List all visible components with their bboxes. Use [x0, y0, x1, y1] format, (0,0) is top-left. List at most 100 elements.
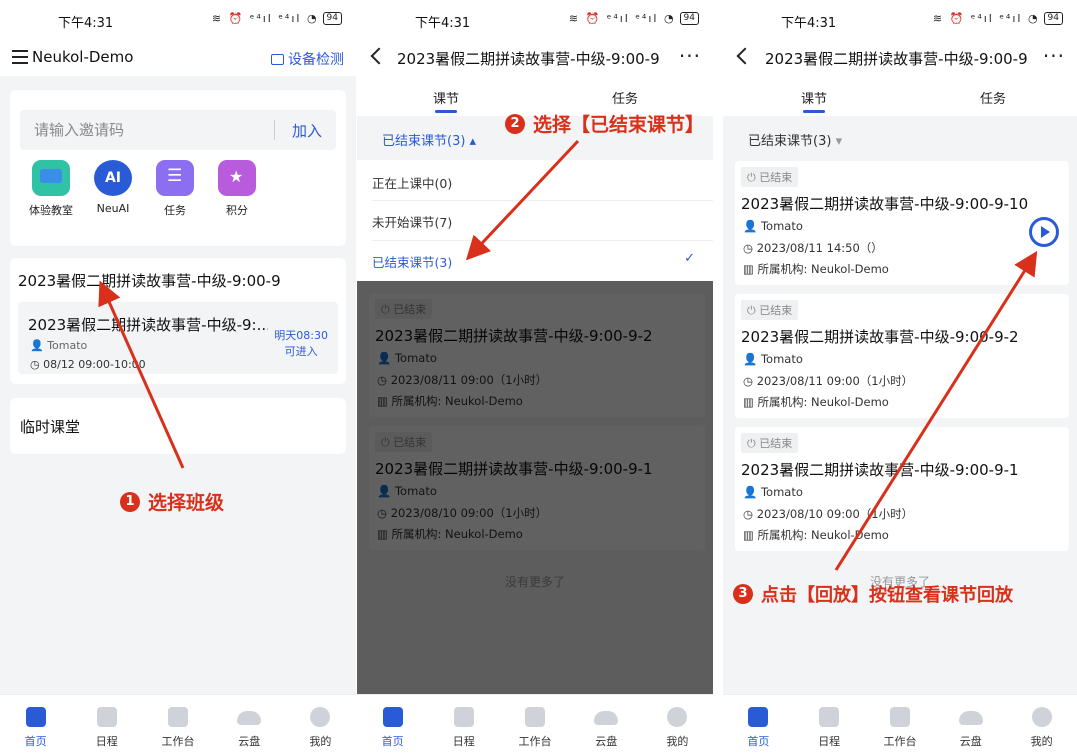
nav-cloud[interactable]: 云盘 — [935, 695, 1006, 756]
app-points[interactable]: 积分 — [206, 160, 268, 218]
profile-icon — [310, 707, 331, 727]
lesson-card[interactable]: ⏻ 已结束 2023暑假二期拼读故事营-中级-9:00-9-10 👤 Tomat… — [735, 161, 1069, 285]
class-title: 2023暑假二期拼读故事营-中级-9:00-9 — [765, 50, 1028, 68]
dropdown-divider — [372, 240, 713, 241]
back-icon[interactable] — [736, 47, 754, 65]
replay-button[interactable] — [1029, 217, 1059, 247]
nav-home[interactable]: 首页 — [0, 695, 71, 756]
profile-icon — [1031, 707, 1052, 727]
nav-workbench[interactable]: 工作台 — [142, 695, 213, 756]
battery-icon: 94 — [679, 12, 699, 25]
lesson-title: 2023暑假二期拼读故事营-中级-9:00-9-1 — [741, 461, 1019, 479]
app-trial-classroom[interactable]: 体验教室 — [20, 160, 82, 218]
filter-option-ongoing[interactable]: 正在上课中(0) — [372, 173, 452, 192]
lesson-enter-time: 明天08:30 可进入 — [274, 329, 328, 358]
lesson-time: ◷ 08/12 09:00-10:00 — [30, 358, 146, 371]
tab-bar: 课节 任务 — [723, 76, 1077, 116]
nav-schedule[interactable]: 日程 — [428, 695, 499, 756]
menu-icon[interactable] — [12, 50, 28, 64]
upcoming-lesson[interactable]: 2023暑假二期拼读故事营-中级-9:... 👤 Tomato ◷ 08/12 … — [18, 302, 338, 374]
class-screen-ended: 下午4:31 ≋ ⏰ ᵉ⁴ıl ᵉ⁴ıl ◔ 94 2023暑假二期拼读故事营-中… — [723, 0, 1077, 756]
nav-mine[interactable]: 我的 — [285, 695, 356, 756]
nav-workbench[interactable]: 工作台 — [865, 695, 936, 756]
device-check-button[interactable]: 设备检测 — [271, 49, 344, 69]
status-time: 下午4:31 — [58, 16, 114, 31]
home-icon — [25, 707, 46, 727]
home-screen: 下午4:31 ≋ ⏰ ᵉ⁴ıl ᵉ⁴ıl ◔ 94 Neukol-Demo 设备检… — [0, 0, 356, 756]
lesson-filter[interactable]: 已结束课节(3) ▴ — [382, 130, 476, 149]
join-button[interactable]: 加入 — [292, 120, 322, 141]
nav-home[interactable]: 首页 — [723, 695, 794, 756]
home-header: Neukol-Demo 设备检测 — [0, 40, 356, 76]
temp-class-card[interactable]: 临时课堂 — [10, 398, 346, 454]
app-tasks[interactable]: 任务 — [144, 160, 206, 218]
status-signal-icons: ≋ ⏰ ᵉ⁴ıl ᵉ⁴ıl ◔ — [568, 12, 676, 25]
status-bar: 下午4:31 ≋ ⏰ ᵉ⁴ıl ᵉ⁴ıl ◔ 94 — [357, 0, 713, 40]
nav-schedule[interactable]: 日程 — [794, 695, 865, 756]
lesson-card[interactable]: ⏻ 已结束 2023暑假二期拼读故事营-中级-9:00-9-1 👤 Tomato… — [735, 427, 1069, 551]
lesson-filter[interactable]: 已结束课节(3) ▾ — [748, 130, 842, 149]
annotation-step-1: 1 选择班级 — [120, 488, 224, 515]
cloud-icon — [594, 711, 619, 725]
bottom-nav: 首页 日程 工作台 云盘 我的 — [357, 694, 713, 756]
task-list-icon — [156, 160, 194, 196]
annotation-step-2: 2 选择【已结束课节】 — [505, 110, 704, 137]
filter-option-ended[interactable]: 已结束课节(3) — [372, 252, 452, 271]
class-title: 2023暑假二期拼读故事营-中级-9:00-9 — [397, 50, 660, 68]
nav-home[interactable]: 首页 — [357, 695, 428, 756]
app-neuai[interactable]: AI NeuAI — [82, 160, 144, 218]
status-time: 下午4:31 — [781, 16, 837, 31]
invite-code-input[interactable] — [20, 110, 270, 150]
home-icon — [748, 707, 769, 727]
lesson-teacher: 👤 Tomato — [30, 339, 88, 352]
app-label: 体验教室 — [29, 204, 73, 217]
nav-cloud[interactable]: 云盘 — [214, 695, 285, 756]
device-check-label: 设备检测 — [288, 52, 344, 68]
nav-schedule[interactable]: 日程 — [71, 695, 142, 756]
nav-mine[interactable]: 我的 — [1006, 695, 1077, 756]
profile-icon — [667, 707, 688, 727]
dropdown-divider — [372, 200, 713, 201]
grid-icon — [168, 707, 188, 727]
app-label: 积分 — [226, 204, 248, 217]
status-bar: 下午4:31 ≋ ⏰ ᵉ⁴ıl ᵉ⁴ıl ◔ 94 — [723, 0, 1077, 40]
filter-option-upcoming[interactable]: 未开始课节(7) — [372, 212, 452, 231]
dim-overlay[interactable] — [357, 281, 713, 694]
back-icon[interactable] — [370, 47, 388, 65]
lesson-title: 2023暑假二期拼读故事营-中级-9:00-9-2 — [741, 328, 1019, 346]
status-bar: 下午4:31 ≋ ⏰ ᵉ⁴ıl ᵉ⁴ıl ◔ 94 — [0, 0, 356, 40]
class-header: 2023暑假二期拼读故事营-中级-9:00-9 ··· — [357, 40, 713, 76]
tab-tasks[interactable]: 任务 — [980, 88, 1006, 107]
status-icons: ≋ ⏰ ᵉ⁴ıl ᵉ⁴ıl ◔ 94 — [933, 12, 1063, 25]
calendar-icon — [819, 707, 840, 727]
lesson-status-badge: ⏻ 已结束 — [741, 167, 799, 187]
home-icon — [382, 707, 403, 727]
app-row: 体验教室 AI NeuAI 任务 积分 — [20, 160, 336, 218]
status-icons: ≋ ⏰ ᵉ⁴ıl ᵉ⁴ıl ◔ 94 — [212, 12, 342, 25]
tab-lessons[interactable]: 课节 — [433, 88, 459, 113]
invite-box: 加入 — [20, 110, 336, 150]
nav-mine[interactable]: 我的 — [642, 695, 713, 756]
grid-icon — [889, 707, 910, 727]
status-signal-icons: ≋ ⏰ ᵉ⁴ıl ᵉ⁴ıl ◔ — [211, 12, 319, 25]
class-card[interactable]: 2023暑假二期拼读故事营-中级-9:00-9 2023暑假二期拼读故事营-中级… — [10, 258, 346, 384]
calendar-icon — [453, 707, 474, 727]
device-icon — [271, 53, 284, 65]
class-header: 2023暑假二期拼读故事营-中级-9:00-9 ··· — [723, 40, 1077, 76]
tab-lessons[interactable]: 课节 — [801, 88, 827, 113]
tab-tasks[interactable]: 任务 — [612, 88, 638, 107]
lesson-time: ◷ 2023/08/11 14:50（） — [743, 241, 883, 255]
nav-workbench[interactable]: 工作台 — [499, 695, 570, 756]
nav-cloud[interactable]: 云盘 — [571, 695, 642, 756]
app-title: Neukol-Demo — [32, 48, 134, 66]
more-icon[interactable]: ··· — [679, 44, 701, 68]
lesson-title: 2023暑假二期拼读故事营-中级-9:... — [28, 316, 268, 334]
screenshot-stage: 下午4:31 ≋ ⏰ ᵉ⁴ıl ᵉ⁴ıl ◔ 94 Neukol-Demo 设备检… — [0, 0, 1077, 756]
calendar-icon — [96, 707, 117, 727]
lesson-card[interactable]: ⏻ 已结束 2023暑假二期拼读故事营-中级-9:00-9-2 👤 Tomato… — [735, 294, 1069, 418]
more-icon[interactable]: ··· — [1043, 44, 1065, 68]
step-number: 1 — [120, 491, 140, 512]
status-icons: ≋ ⏰ ᵉ⁴ıl ᵉ⁴ıl ◔ 94 — [569, 12, 699, 25]
app-label: NeuAI — [96, 202, 130, 215]
lesson-teacher: 👤 Tomato — [743, 352, 803, 366]
